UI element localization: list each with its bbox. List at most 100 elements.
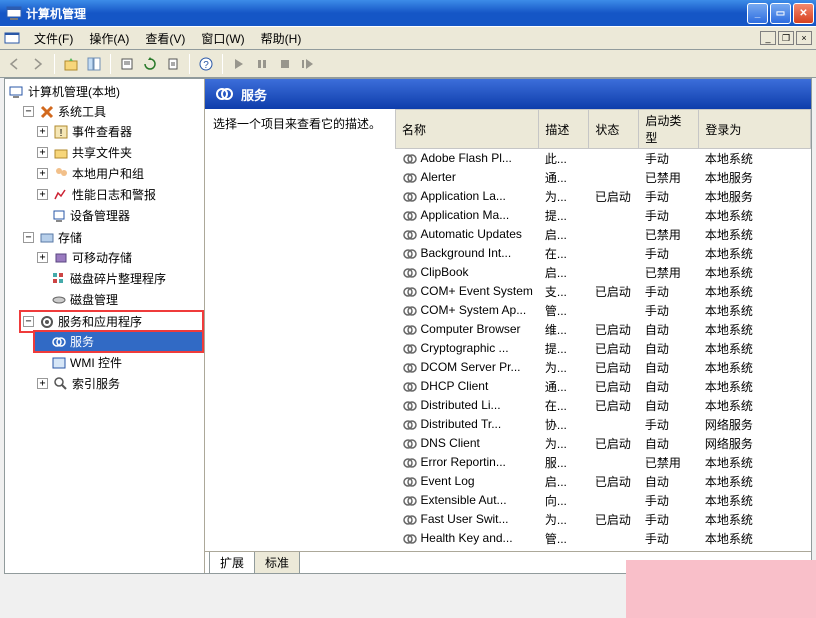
mdi-restore-button[interactable]: ❐	[778, 31, 794, 45]
services-list[interactable]: 名称 描述 状态 启动类型 登录为 Adobe Flash Pl...此...手…	[395, 109, 811, 551]
collapse-icon[interactable]: −	[23, 316, 34, 327]
service-desc: 通...	[539, 377, 589, 396]
col-startup[interactable]: 启动类型	[639, 110, 699, 149]
service-startup: 已禁用	[639, 168, 699, 187]
service-icon	[402, 303, 418, 319]
stop-service-button[interactable]	[274, 53, 296, 75]
refresh-button[interactable]	[139, 53, 161, 75]
col-status[interactable]: 状态	[589, 110, 639, 149]
minimize-button[interactable]: _	[747, 3, 768, 24]
tree-device-manager[interactable]: 设备管理器	[35, 206, 202, 225]
pane-title: 服务	[241, 85, 267, 104]
service-icon	[402, 417, 418, 433]
service-status: 已启动	[589, 282, 639, 301]
tree-event-viewer[interactable]: +!事件查看器	[35, 122, 202, 141]
tree-storage[interactable]: −存储	[21, 228, 202, 247]
service-row[interactable]: Application La...为...已启动手动本地服务	[396, 187, 811, 206]
service-logon: 网络服务	[699, 415, 811, 434]
service-row[interactable]: Error Reportin...服...已禁用本地系统	[396, 453, 811, 472]
forward-button[interactable]	[27, 53, 49, 75]
menu-help[interactable]: 帮助(H)	[253, 28, 310, 49]
service-name: DNS Client	[421, 436, 480, 450]
maximize-button[interactable]: ▭	[770, 3, 791, 24]
service-name: DHCP Client	[421, 379, 489, 393]
tree-disk-management[interactable]: 磁盘管理	[35, 290, 202, 309]
expand-icon[interactable]: +	[37, 168, 48, 179]
service-icon	[402, 227, 418, 243]
expand-icon[interactable]: +	[37, 147, 48, 158]
tab-standard[interactable]: 标准	[254, 552, 300, 574]
service-row[interactable]: Extensible Aut...向...手动本地系统	[396, 491, 811, 510]
up-button[interactable]	[60, 53, 82, 75]
service-row[interactable]: ClipBook启...已禁用本地系统	[396, 263, 811, 282]
service-row[interactable]: Distributed Li...在...已启动自动本地系统	[396, 396, 811, 415]
tree-perf-logs[interactable]: +性能日志和警报	[35, 185, 202, 204]
service-row[interactable]: DHCP Client通...已启动自动本地系统	[396, 377, 811, 396]
expand-icon[interactable]: +	[37, 252, 48, 263]
service-row[interactable]: Distributed Tr...协...手动网络服务	[396, 415, 811, 434]
tree-shared-folders[interactable]: +共享文件夹	[35, 143, 202, 162]
service-name: Fast User Swit...	[421, 512, 509, 526]
service-row[interactable]: Automatic Updates启...已禁用本地系统	[396, 225, 811, 244]
col-logon[interactable]: 登录为	[699, 110, 811, 149]
service-row[interactable]: Adobe Flash Pl...此...手动本地系统	[396, 149, 811, 169]
service-icon	[402, 493, 418, 509]
menu-view[interactable]: 查看(V)	[137, 28, 193, 49]
tab-extended[interactable]: 扩展	[209, 552, 255, 574]
service-row[interactable]: COM+ System Ap...管...手动本地系统	[396, 301, 811, 320]
service-status: 已启动	[589, 434, 639, 453]
help-button[interactable]: ?	[195, 53, 217, 75]
show-hide-button[interactable]	[83, 53, 105, 75]
menu-window[interactable]: 窗口(W)	[193, 28, 252, 49]
collapse-icon[interactable]: −	[23, 106, 34, 117]
pause-service-button[interactable]	[251, 53, 273, 75]
expand-icon[interactable]: +	[37, 189, 48, 200]
service-startup: 手动	[639, 244, 699, 263]
service-row[interactable]: COM+ Event System支...已启动手动本地系统	[396, 282, 811, 301]
back-button[interactable]	[4, 53, 26, 75]
service-startup: 已禁用	[639, 453, 699, 472]
service-row[interactable]: Alerter通...已禁用本地服务	[396, 168, 811, 187]
start-service-button[interactable]	[228, 53, 250, 75]
col-name[interactable]: 名称	[396, 110, 539, 149]
restart-service-button[interactable]	[297, 53, 319, 75]
tree-indexing[interactable]: +索引服务	[35, 374, 202, 393]
service-row[interactable]: Health Key and...管...手动本地系统	[396, 529, 811, 548]
close-button[interactable]: ✕	[793, 3, 814, 24]
menu-file[interactable]: 文件(F)	[26, 28, 81, 49]
service-row[interactable]: Fast User Swit...为...已启动手动本地系统	[396, 510, 811, 529]
service-row[interactable]: Cryptographic ...提...已启动自动本地系统	[396, 339, 811, 358]
service-row[interactable]: Event Log启...已启动自动本地系统	[396, 472, 811, 491]
collapse-icon[interactable]: −	[23, 232, 34, 243]
service-icon	[402, 341, 418, 357]
service-row[interactable]: Application Ma...提...手动本地系统	[396, 206, 811, 225]
tree-services[interactable]: 服务	[35, 332, 202, 351]
service-desc: 服...	[539, 453, 589, 472]
expand-icon[interactable]: +	[37, 126, 48, 137]
tools-icon	[39, 104, 55, 120]
export-button[interactable]	[162, 53, 184, 75]
tree-root[interactable]: 计算机管理(本地)	[7, 82, 202, 101]
service-status	[589, 149, 639, 169]
mdi-minimize-button[interactable]: _	[760, 31, 776, 45]
tree-wmi[interactable]: WMI 控件	[35, 353, 202, 372]
mdi-close-button[interactable]: ×	[796, 31, 812, 45]
service-row[interactable]: DNS Client为...已启动自动网络服务	[396, 434, 811, 453]
service-logon: 本地系统	[699, 320, 811, 339]
service-startup: 已禁用	[639, 225, 699, 244]
service-row[interactable]: DCOM Server Pr...为...已启动自动本地系统	[396, 358, 811, 377]
properties-button[interactable]	[116, 53, 138, 75]
col-desc[interactable]: 描述	[539, 110, 589, 149]
service-row[interactable]: Computer Browser维...已启动自动本地系统	[396, 320, 811, 339]
tree-system-tools[interactable]: −系统工具	[21, 102, 202, 121]
service-desc: 启...	[539, 225, 589, 244]
service-row[interactable]: Background Int...在...手动本地系统	[396, 244, 811, 263]
tree-services-apps[interactable]: −服务和应用程序	[21, 312, 202, 331]
tree-local-users[interactable]: +本地用户和组	[35, 164, 202, 183]
console-tree[interactable]: 计算机管理(本地) −系统工具 +!事件查看器 +共享文件夹 +本地用户和组 +…	[5, 79, 205, 573]
tree-removable-storage[interactable]: +可移动存储	[35, 248, 202, 267]
tree-defrag[interactable]: 磁盘碎片整理程序	[35, 269, 202, 288]
menu-action[interactable]: 操作(A)	[81, 28, 137, 49]
expand-icon[interactable]: +	[37, 378, 48, 389]
service-startup: 自动	[639, 358, 699, 377]
